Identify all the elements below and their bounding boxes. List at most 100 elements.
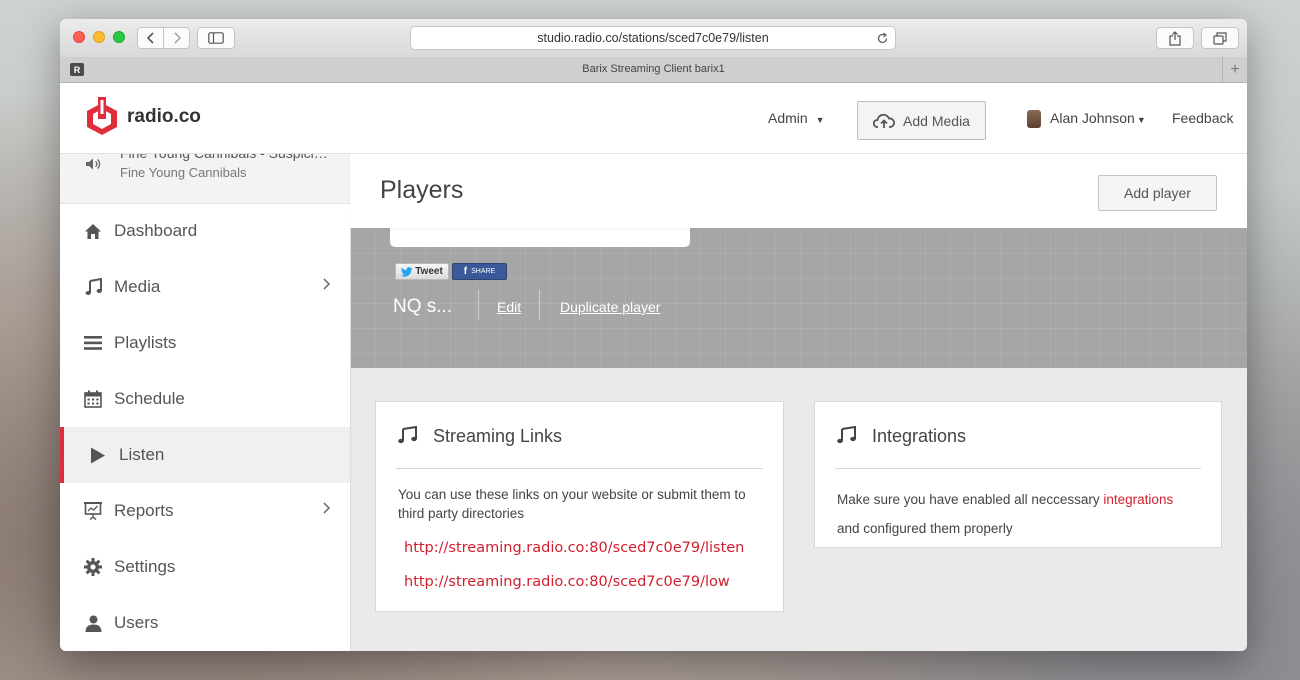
sidebar-item-label: Playlists (114, 333, 177, 352)
integrations-title: Integrations (872, 426, 967, 446)
radio-co-logo[interactable] (84, 97, 120, 144)
share-buttons: Tweet f SHARE (395, 263, 507, 280)
forward-button[interactable] (163, 27, 190, 49)
sidebar-item-label: Media (114, 277, 161, 296)
admin-dropdown[interactable]: Admin ▼ (768, 110, 825, 126)
radio-logo-icon (87, 97, 117, 135)
player-preview-banner: ◀ Tweet f SHARE NQ s... Edit (350, 214, 1247, 368)
sidebar-item-label: Users (114, 613, 159, 632)
divider (539, 290, 540, 320)
now-playing-title: Fine Young Cannibals - Suspici… (120, 153, 328, 161)
add-media-button[interactable]: Add Media (857, 101, 986, 140)
stream-link-low[interactable]: http://streaming.radio.co:80/sced7c0e79/… (404, 574, 730, 590)
integrations-text-before: Make sure you have enabled all neccessar… (837, 492, 1104, 507)
streaming-links-title: Streaming Links (433, 426, 563, 446)
tab-favicon: R (70, 63, 84, 76)
chevron-right-icon (323, 277, 331, 295)
main-panel: Players Add player ◀ Tweet f SHARE (350, 153, 1247, 651)
user-menu[interactable]: Alan Johnson ▼ (1050, 110, 1146, 126)
sidebar-item-label: Dashboard (114, 221, 198, 240)
calendar-icon (82, 389, 104, 409)
now-playing-artist: Fine Young Cannibals (120, 165, 247, 180)
music-icon (82, 277, 104, 297)
new-tab-button[interactable]: + (1222, 57, 1247, 82)
logo-text[interactable]: radio.co (127, 106, 201, 128)
sidebar-item-media[interactable]: Media (60, 259, 350, 315)
address-text: studio.radio.co/stations/sced7c0e79/list… (537, 31, 769, 45)
twitter-icon (401, 266, 413, 277)
stream-link-listen[interactable]: http://streaming.radio.co:80/sced7c0e79/… (404, 540, 744, 556)
feedback-link[interactable]: Feedback (1172, 110, 1233, 126)
page-content: radio.co Admin ▼ Add Media Alan Johnson ▼… (60, 83, 1247, 651)
sidebar-item-settings[interactable]: Settings (60, 539, 350, 595)
edit-player-link[interactable]: Edit (497, 299, 521, 315)
volume-icon (85, 157, 103, 174)
minimize-window-button[interactable] (93, 31, 105, 43)
sidebar-item-schedule[interactable]: Schedule (60, 371, 350, 427)
sidebar-item-listen[interactable]: Listen (60, 427, 350, 483)
user-name: Alan Johnson (1050, 110, 1135, 126)
duplicate-player-link[interactable]: Duplicate player (560, 299, 660, 315)
avatar[interactable] (1027, 110, 1041, 128)
player-name: NQ s... (393, 296, 453, 317)
tweet-label: Tweet (415, 266, 443, 277)
back-button[interactable] (137, 27, 164, 49)
chevron-right-icon (173, 32, 181, 44)
facebook-icon: f (463, 266, 468, 277)
browser-window: studio.radio.co/stations/sced7c0e79/list… (60, 19, 1247, 651)
tab-title[interactable]: Barix Streaming Client barix1 (100, 63, 1207, 75)
sidebar-item-reports[interactable]: Reports (60, 483, 350, 539)
sidebar: Fine Young Cannibals - Suspici… Fine You… (60, 153, 351, 651)
streaming-links-description: You can use these links on your website … (398, 487, 746, 521)
caret-down-icon: ▼ (815, 115, 825, 125)
admin-label: Admin (768, 110, 808, 126)
share-icon (1169, 30, 1181, 46)
add-media-label: Add Media (903, 112, 970, 129)
zoom-window-button[interactable] (113, 31, 125, 43)
sidebar-item-playlists[interactable]: Playlists (60, 315, 350, 371)
players-header: Players Add player (350, 153, 1247, 228)
play-icon (87, 445, 109, 465)
integrations-text-after: and configured them properly (837, 521, 1013, 536)
sidebar-item-label: Schedule (114, 389, 185, 408)
now-playing[interactable]: Fine Young Cannibals - Suspici… Fine You… (60, 153, 350, 204)
divider (835, 468, 1201, 469)
add-player-button[interactable]: Add player (1098, 175, 1217, 211)
home-icon (82, 221, 104, 241)
share-button[interactable] (1156, 27, 1194, 49)
tab-bar: R Barix Streaming Client barix1 + (60, 57, 1247, 83)
sidebar-item-label: Settings (114, 557, 176, 576)
integrations-card: Integrations Make sure you have enabled … (814, 401, 1222, 548)
caret-down-icon: ▼ (1136, 115, 1146, 125)
gear-icon (82, 557, 104, 577)
presentation-icon (82, 501, 104, 521)
top-navbar: radio.co Admin ▼ Add Media Alan Johnson ▼… (60, 83, 1247, 154)
user-icon (82, 613, 104, 633)
streaming-links-card: Streaming Links You can use these links … (375, 401, 784, 612)
music-icon (837, 425, 856, 449)
sidebar-item-users[interactable]: Users (60, 595, 350, 651)
tabs-icon (1213, 31, 1227, 45)
music-icon (398, 425, 417, 449)
sidebar-item-label: Reports (114, 501, 174, 520)
share-label: SHARE (471, 268, 496, 275)
browser-titlebar: studio.radio.co/stations/sced7c0e79/list… (60, 19, 1247, 58)
chevron-left-icon (146, 32, 154, 44)
integrations-description: Make sure you have enabled all neccessar… (837, 485, 1217, 543)
facebook-share-button[interactable]: f SHARE (452, 263, 507, 280)
close-window-button[interactable] (73, 31, 85, 43)
sidebar-toggle-button[interactable] (197, 27, 235, 49)
tweet-button[interactable]: Tweet (395, 263, 449, 280)
sidebar-item-dashboard[interactable]: Dashboard (60, 203, 350, 259)
cloud-upload-icon (873, 113, 895, 128)
chevron-right-icon (323, 501, 331, 519)
divider (396, 468, 763, 469)
integrations-link[interactable]: integrations (1103, 492, 1173, 507)
list-icon (82, 333, 104, 353)
reload-icon[interactable] (876, 32, 889, 45)
page-title: Players (380, 176, 464, 204)
show-tabs-button[interactable] (1201, 27, 1239, 49)
address-bar[interactable]: studio.radio.co/stations/sced7c0e79/list… (410, 26, 896, 50)
divider (478, 290, 479, 320)
sidebar-item-label: Listen (119, 445, 165, 464)
